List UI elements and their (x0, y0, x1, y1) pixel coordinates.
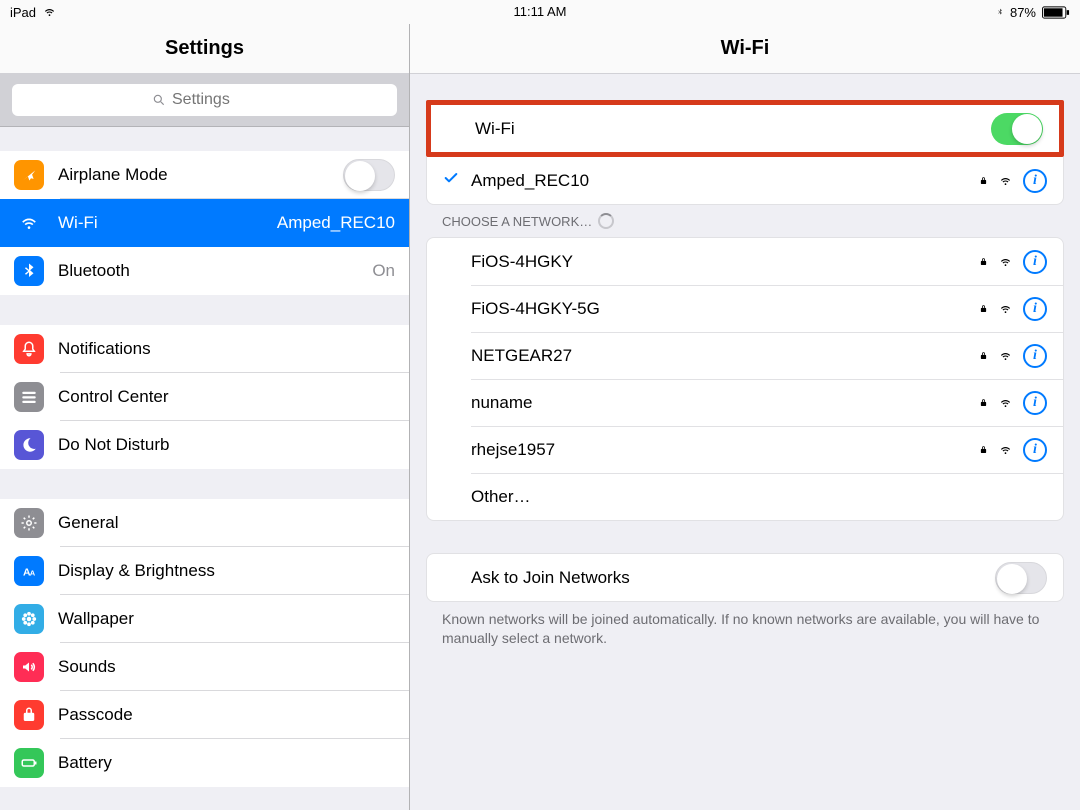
sidebar-item-label: Passcode (58, 705, 395, 725)
loading-spinner-icon (598, 213, 614, 229)
detail-title: Wi-Fi (410, 24, 1080, 74)
sidebar-item-bluetooth[interactable]: BluetoothOn (0, 247, 409, 295)
device-label: iPad (10, 5, 36, 20)
signal-icon (998, 350, 1013, 362)
status-time: 11:11 AM (514, 4, 567, 19)
sidebar-item-label: Wallpaper (58, 609, 395, 629)
lock-icon (979, 397, 988, 409)
wifi-icon (14, 208, 44, 238)
sidebar-item-wifi[interactable]: Wi-FiAmped_REC10 (0, 199, 409, 247)
sidebar-item-label: Display & Brightness (58, 561, 395, 581)
ask-to-join-row[interactable]: Ask to Join Networks (427, 554, 1063, 601)
info-button[interactable]: i (1023, 169, 1047, 193)
sidebar-item-label: General (58, 513, 395, 533)
wifi-detail-pane: Wi-Fi Wi-Fi (410, 24, 1080, 810)
search-container (0, 74, 409, 127)
search-input[interactable] (172, 91, 257, 109)
ask-to-join-switch[interactable] (995, 562, 1047, 594)
signal-icon (998, 175, 1013, 187)
network-row[interactable]: FiOS-4HGKY i (427, 238, 1063, 285)
display-icon (14, 556, 44, 586)
sidebar-item-battery[interactable]: Battery (0, 739, 409, 787)
sidebar-item-sounds[interactable]: Sounds (0, 643, 409, 691)
battery-percent: 87% (1010, 5, 1036, 20)
sidebar-item-wallpaper[interactable]: Wallpaper (0, 595, 409, 643)
sidebar-item-label: Battery (58, 753, 395, 773)
info-button[interactable]: i (1023, 297, 1047, 321)
sidebar-item-label: Wi-Fi (58, 213, 277, 233)
other-label: Other… (471, 487, 1047, 507)
signal-icon (998, 444, 1013, 456)
signal-icon (998, 303, 1013, 315)
sidebar-item-general[interactable]: General (0, 499, 409, 547)
lock-icon (979, 303, 988, 315)
ask-to-join-label: Ask to Join Networks (471, 568, 995, 588)
bluetooth-detail: On (372, 261, 395, 281)
other-network-row[interactable]: Other… (427, 473, 1063, 520)
sidebar-item-label: Control Center (58, 387, 395, 407)
sounds-icon (14, 652, 44, 682)
network-name: NETGEAR27 (471, 346, 979, 366)
dnd-icon (14, 430, 44, 460)
wifi-detail: Amped_REC10 (277, 213, 395, 233)
sidebar-item-label: Do Not Disturb (58, 435, 395, 455)
network-name: FiOS-4HGKY-5G (471, 299, 979, 319)
network-row[interactable]: rhejse1957 i (427, 426, 1063, 473)
network-name: rhejse1957 (471, 440, 979, 460)
sidebar-item-label: Bluetooth (58, 261, 372, 281)
info-button[interactable]: i (1023, 438, 1047, 462)
checkmark-icon (443, 170, 471, 191)
notifications-icon (14, 334, 44, 364)
network-list: FiOS-4HGKYiFiOS-4HGKY-5GiNETGEAR27inunam… (426, 237, 1064, 521)
lock-icon (979, 175, 988, 187)
sidebar-item-label: Sounds (58, 657, 395, 677)
battery-icon (1042, 6, 1070, 19)
network-name: nuname (471, 393, 979, 413)
sidebar-item-label: Notifications (58, 339, 395, 359)
sidebar-item-dnd[interactable]: Do Not Disturb (0, 421, 409, 469)
signal-icon (998, 397, 1013, 409)
connected-network-name: Amped_REC10 (471, 171, 979, 191)
info-button[interactable]: i (1023, 344, 1047, 368)
wifi-toggle-highlight: Wi-Fi (426, 100, 1064, 157)
sidebar-item-notifications[interactable]: Notifications (0, 325, 409, 373)
ask-to-join-footer: Known networks will be joined automatica… (426, 602, 1064, 668)
network-row[interactable]: NETGEAR27 i (427, 332, 1063, 379)
signal-icon (998, 256, 1013, 268)
network-row[interactable]: nuname i (427, 379, 1063, 426)
general-icon (14, 508, 44, 538)
settings-sidebar: Settings Airplane ModeWi-FiAmped_REC10Bl… (0, 24, 410, 810)
bluetooth-icon (14, 256, 44, 286)
lock-icon (979, 256, 988, 268)
info-button[interactable]: i (1023, 391, 1047, 415)
battery-icon (14, 748, 44, 778)
info-button[interactable]: i (1023, 250, 1047, 274)
airplane-icon (14, 160, 44, 190)
status-bar: iPad 11:11 AM 87% (0, 0, 1080, 24)
sidebar-title: Settings (0, 24, 409, 74)
choose-network-header: CHOOSE A NETWORK… (426, 205, 1064, 237)
connected-network-row[interactable]: Amped_REC10 i (427, 157, 1063, 204)
wifi-toggle-label: Wi-Fi (475, 119, 991, 139)
sidebar-item-passcode[interactable]: Passcode (0, 691, 409, 739)
sidebar-item-control-center[interactable]: Control Center (0, 373, 409, 421)
wifi-status-icon (42, 6, 57, 18)
bluetooth-status-icon (996, 5, 1004, 19)
lock-icon (979, 444, 988, 456)
sidebar-item-label: Airplane Mode (58, 165, 343, 185)
sidebar-item-display[interactable]: Display & Brightness (0, 547, 409, 595)
wifi-toggle-row[interactable]: Wi-Fi (431, 105, 1059, 152)
network-name: FiOS-4HGKY (471, 252, 979, 272)
wallpaper-icon (14, 604, 44, 634)
search-icon (152, 93, 166, 107)
search-box[interactable] (12, 84, 397, 116)
airplane-mode-switch[interactable] (343, 159, 395, 191)
lock-icon (979, 350, 988, 362)
sidebar-item-airplane-mode[interactable]: Airplane Mode (0, 151, 409, 199)
network-row[interactable]: FiOS-4HGKY-5G i (427, 285, 1063, 332)
control-center-icon (14, 382, 44, 412)
wifi-switch[interactable] (991, 113, 1043, 145)
passcode-icon (14, 700, 44, 730)
